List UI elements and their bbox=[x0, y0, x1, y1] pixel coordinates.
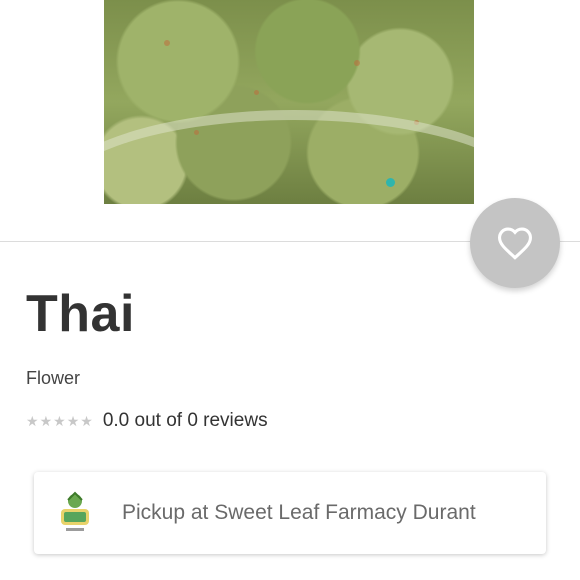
product-rating[interactable]: ★ ★ ★ ★ ★ 0.0 out of 0 reviews bbox=[26, 410, 268, 432]
star-icon: ★ bbox=[39, 413, 53, 429]
heart-outline-icon bbox=[497, 227, 533, 260]
star-icon: ★ bbox=[66, 413, 80, 429]
rating-text: 0.0 out of 0 reviews bbox=[102, 410, 268, 431]
product-image[interactable] bbox=[104, 0, 474, 204]
rating-stars: ★ ★ ★ ★ ★ bbox=[26, 414, 93, 428]
favorite-button[interactable] bbox=[470, 198, 560, 288]
product-title: Thai bbox=[26, 285, 135, 343]
carousel-dot-1[interactable] bbox=[386, 178, 395, 187]
carousel-indicator[interactable] bbox=[386, 178, 395, 187]
store-logo-icon bbox=[58, 491, 92, 535]
star-icon: ★ bbox=[80, 413, 93, 429]
star-icon: ★ bbox=[26, 413, 39, 429]
pickup-label: Pickup at Sweet Leaf Farmacy Durant bbox=[122, 501, 476, 524]
star-icon: ★ bbox=[53, 413, 66, 429]
product-category: Flower bbox=[26, 368, 81, 388]
pickup-location-card[interactable]: Pickup at Sweet Leaf Farmacy Durant bbox=[34, 472, 546, 554]
